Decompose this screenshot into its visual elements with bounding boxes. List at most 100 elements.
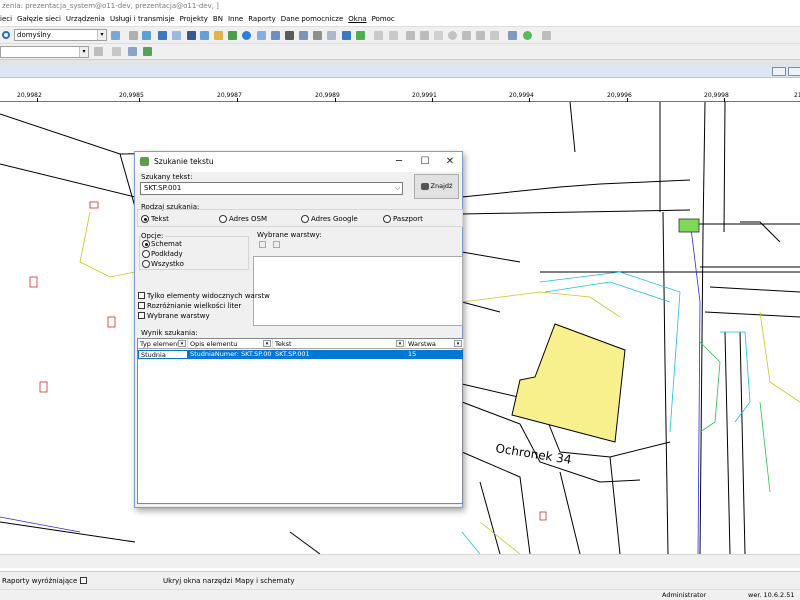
tool-icon[interactable] (299, 31, 308, 40)
hide-tools-button[interactable]: Ukryj okna narzędzi (163, 572, 232, 590)
tool-icon[interactable] (420, 31, 429, 40)
tool-icon[interactable] (356, 31, 365, 40)
layers-check-all[interactable] (259, 241, 266, 248)
menu-projekty[interactable]: Projekty (180, 12, 208, 26)
tool-icon[interactable] (129, 31, 138, 40)
tool-icon[interactable] (542, 31, 551, 40)
radio-podklady[interactable] (142, 250, 150, 258)
find-button[interactable]: Znajdź (414, 174, 459, 199)
maximize-button[interactable] (788, 67, 800, 76)
column-header-opis[interactable]: Opis elementu ▾ (188, 339, 273, 349)
minimize-button[interactable]: ─ (386, 152, 412, 172)
reports-checkbox[interactable] (80, 577, 87, 584)
tool-icon[interactable] (187, 31, 196, 40)
tool-icon[interactable] (448, 31, 457, 40)
search-input[interactable]: SKT.SP.001 ⌵ (140, 182, 403, 195)
map-line (289, 531, 321, 554)
reports-dropdown[interactable]: Raporty wyróżniające ▾ (2, 572, 83, 590)
selected-layers-checkbox[interactable] (138, 312, 145, 319)
maximize-button[interactable]: ☐ (412, 152, 438, 172)
tool-icon[interactable] (462, 31, 471, 40)
tool-icon[interactable] (374, 31, 383, 40)
menu-pomoc[interactable]: Pomoc (372, 12, 395, 26)
bottom-toolbar: Raporty wyróżniające ▾ Ukryj okna narzęd… (0, 571, 800, 589)
menu-bar: ieci Gałęzie sieci Urządzenia Usługi i t… (0, 12, 800, 26)
selected-layers-label: Wybrane warstwy (147, 312, 210, 320)
pen-icon[interactable] (112, 47, 121, 56)
menu-raporty[interactable]: Raporty (248, 12, 276, 26)
layers-label: Wybrane warstwy: (257, 231, 322, 239)
map-parcel (89, 201, 99, 209)
tool-icon[interactable] (285, 31, 294, 40)
tool-icon[interactable] (342, 31, 351, 40)
map-line (461, 179, 691, 198)
menu-okna[interactable]: Okna (348, 12, 366, 26)
map-line (79, 211, 136, 278)
radio-paszport[interactable] (383, 215, 391, 223)
tool-icon[interactable] (508, 31, 517, 40)
tool-icon[interactable] (200, 31, 209, 40)
results-table[interactable]: Typ elementu ▾ Opis elementu ▾ Tekst ▾ Wars… (137, 338, 464, 504)
tool-icon[interactable] (313, 31, 322, 40)
maps-schemas-button[interactable]: Mapy i schematy (235, 572, 295, 590)
tool-icon[interactable] (271, 31, 280, 40)
menu-inne[interactable]: Inne (228, 12, 243, 26)
tool-icon[interactable] (128, 47, 137, 56)
tool-icon[interactable] (214, 31, 223, 40)
filter-icon[interactable]: ▾ (454, 340, 462, 347)
tool-icon[interactable] (257, 31, 266, 40)
menu-sieci[interactable]: ieci (0, 12, 12, 26)
tool-icon[interactable] (327, 31, 336, 40)
radio-tekst[interactable] (141, 215, 149, 223)
delete-icon[interactable] (434, 31, 443, 40)
tool-icon[interactable] (158, 31, 167, 40)
case-sensitive-checkbox[interactable] (138, 302, 145, 309)
map-street-label: Ochronek 34 (495, 441, 573, 467)
menu-uslugi[interactable]: Usługi i transmisje (110, 12, 175, 26)
tool-icon[interactable] (406, 31, 415, 40)
tool-icon[interactable] (228, 31, 237, 40)
tool-icon[interactable] (142, 31, 151, 40)
globe-icon[interactable] (523, 31, 532, 40)
layers-icon[interactable] (111, 31, 120, 40)
dialog-titlebar[interactable]: Szukanie tekstu ─ ☐ ✕ (135, 152, 462, 172)
layer-combo[interactable]: ▾ (0, 46, 89, 58)
horizontal-scrollbar[interactable] (0, 554, 800, 568)
search-icon[interactable] (2, 31, 10, 39)
radio-adres-osm[interactable] (219, 215, 227, 223)
search-text-dialog: Szukanie tekstu ─ ☐ ✕ Szukany tekst: SKT… (134, 151, 464, 508)
radio-adres-osm-label: Adres OSM (229, 215, 268, 223)
filter-icon[interactable]: ▾ (263, 340, 271, 347)
radio-adres-google[interactable] (301, 215, 309, 223)
tool-icon[interactable] (172, 31, 181, 40)
map-parcel (539, 511, 547, 521)
visible-layers-checkbox[interactable] (138, 292, 145, 299)
radio-wszystko[interactable] (142, 260, 150, 268)
map-line (461, 209, 691, 215)
filter-icon[interactable]: ▾ (396, 340, 404, 347)
tool-icon[interactable] (490, 31, 499, 40)
close-button[interactable]: ✕ (437, 152, 463, 172)
menu-urzadzenia[interactable]: Urządzenia (66, 12, 105, 26)
radio-schemat[interactable] (142, 240, 150, 248)
layers-list[interactable] (253, 256, 463, 326)
tool-icon[interactable] (143, 47, 152, 56)
visible-layers-label: Tylko elementy widocznych warstw (147, 292, 270, 300)
menu-galezie[interactable]: Gałęzie sieci (17, 12, 61, 26)
status-version: wer. 10.6.2.51 (748, 591, 795, 599)
tool-icon[interactable] (389, 31, 398, 40)
app-window: zenia: prezentacja_system@o11-dev, preze… (0, 0, 800, 600)
filter-icon[interactable]: ▾ (178, 340, 186, 347)
column-header-tekst[interactable]: Tekst ▾ (273, 339, 406, 349)
tool-icon[interactable] (476, 31, 485, 40)
column-header-typ[interactable]: Typ elementu ▾ (138, 339, 188, 349)
view-combo[interactable]: domyślny ▾ (14, 29, 107, 41)
main-toolbar: domyślny ▾ (0, 26, 800, 44)
pen-icon[interactable] (94, 47, 103, 56)
minimize-button[interactable] (772, 67, 786, 76)
menu-bn[interactable]: BN (213, 12, 223, 26)
info-icon[interactable] (242, 31, 251, 40)
layers-uncheck-all[interactable] (273, 241, 280, 248)
column-header-warstwa[interactable]: Warstwa ▾ (406, 339, 464, 349)
menu-dane[interactable]: Dane pomocnicze (281, 12, 344, 26)
